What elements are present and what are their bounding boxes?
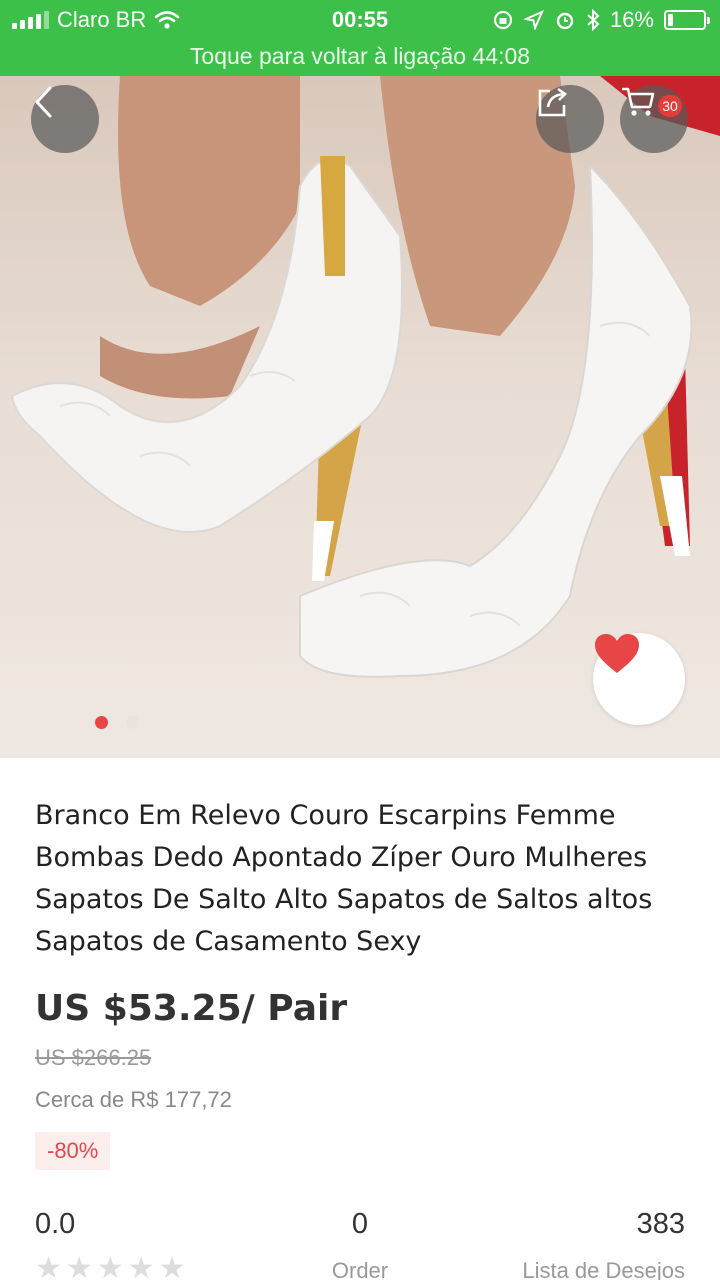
status-right: 16% [492,7,710,33]
cart-icon [622,87,655,116]
gallery-dot[interactable] [95,716,108,729]
heart-icon [595,634,639,673]
gallery-dot[interactable] [126,716,139,729]
cart-button[interactable]: 30 [620,85,688,153]
discount-badge: -80% [35,1132,111,1170]
share-button[interactable] [536,85,604,153]
back-button[interactable] [31,85,99,153]
original-price: US $266.25 [35,1045,152,1070]
orientation-lock-icon [493,10,513,30]
location-icon [523,10,544,30]
product-image-gallery[interactable]: 30 [0,76,720,758]
product-price: US $53.25/ Pair [35,988,348,1029]
chevron-left-icon [35,86,52,118]
add-to-wishlist-button[interactable] [593,633,685,725]
converted-price: Cerca de R$ 177,72 [35,1087,232,1112]
product-title: Branco Em Relevo Couro Escarpins Femme B… [35,800,653,957]
battery-icon [664,10,710,30]
return-to-call-banner[interactable]: Toque para voltar à ligação 44:08 [0,40,720,76]
wishlist-count: 383 [636,1208,685,1240]
share-icon [538,87,568,117]
gallery-pagination [95,716,139,729]
product-stats: 0.0 ★ ★ ★ ★ ★ 0 Order 383 Lista de Desej… [35,1208,685,1280]
cart-count-badge: 30 [658,95,682,117]
order-count: 0 [351,1208,369,1240]
wishlist-label[interactable]: Lista de Desejos [522,1258,685,1280]
battery-percent: 16% [609,7,654,32]
status-bar: Claro BR 00:55 16% [0,0,720,40]
bluetooth-icon [587,9,600,31]
alarm-icon [556,12,574,30]
battery-level [668,14,673,26]
